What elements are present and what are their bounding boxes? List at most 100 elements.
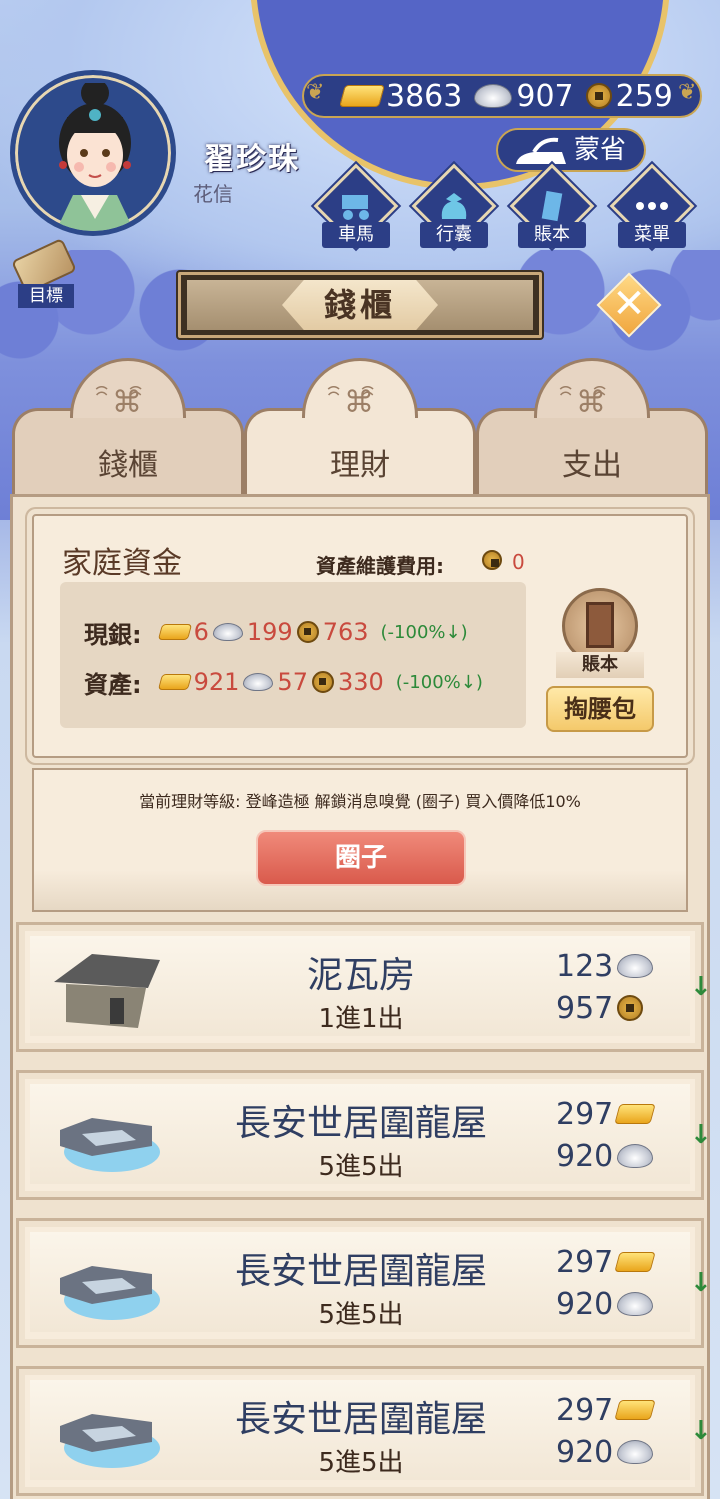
price-line-1: 123 [556,948,654,984]
list-item[interactable]: 長安世居圍龍屋 5進5出 297 920 ↓ [16,1218,712,1348]
trend-down-icon: ↓ [690,1268,712,1298]
asset-label: 資產: [84,670,142,699]
walled-house-icon [60,1414,160,1468]
price-1: 297 [556,1244,614,1280]
target-label: 目標 [18,284,74,308]
property-name: 長安世居圍龍屋 [234,1399,487,1440]
trend-down-icon: ↓ [690,1416,712,1446]
list-item[interactable]: 泥瓦房 1進1出 123 957 ↓ [16,922,712,1052]
finance-level-text: 當前理財等級: 登峰造極 解鎖消息嗅覺 (圈子) 買入價降低10% [139,792,581,811]
list-item[interactable]: 長安世居圍龍屋 5進5出 297 920 ↓ [16,1366,712,1496]
trend-down-icon: ↓ [690,1120,712,1150]
price-2: 920 [556,1434,614,1470]
silver-ingot-icon [617,1292,654,1316]
cloud-ornament-icon: ꩰ⌘ꩰ [574,385,610,420]
tab-label: 支出 [562,448,622,483]
cash-gold: 6 [193,618,209,646]
gold-ingot-icon [157,674,192,690]
cash-copper: 763 [322,618,369,646]
tab-licai[interactable]: ꩰ⌘ꩰ 理財 [244,358,476,498]
bundle-label: 行囊 [420,222,488,248]
tab-qiangui[interactable]: ꩰ⌘ꩰ 錢櫃 [12,358,244,498]
walled-house-icon [60,1118,160,1172]
price-1: 297 [556,1392,614,1428]
price-line-2: 920 [556,1286,654,1322]
price-line-2: 920 [556,1434,654,1470]
cloud-ornament-icon: ꩰ⌘ꩰ [110,385,146,420]
ledger-icon [534,190,570,222]
list-item[interactable]: 長安世居圍龍屋 5進5出 297 920 ↓ [16,1070,712,1200]
bundle-icon [436,190,472,222]
gold-ingot-icon [339,85,385,107]
bamboo-left-icon: ❦ [306,80,325,105]
player-name: 翟珍珠 [204,142,300,177]
bundle-button[interactable]: 行囊 [411,163,497,252]
ledger-label: 賬本 [556,652,644,678]
silver-ingot-icon [212,623,243,641]
gold-ingot-icon [157,624,192,640]
iron-icon [516,137,566,164]
cash-silver: 199 [246,618,293,646]
price-line-1: 297 [556,1392,656,1428]
avatar[interactable] [10,70,176,236]
tab-label: 錢櫃 [98,448,158,483]
property-desc: 5進5出 [318,1300,404,1330]
property-desc: 1進1出 [318,1004,404,1034]
asset-gold: 921 [193,668,240,696]
tab-zhichu[interactable]: ꩰ⌘ꩰ 支出 [476,358,708,498]
ledger-button[interactable]: 賬本 [556,588,644,678]
tab-label: 理財 [330,448,390,483]
property-name: 泥瓦房 [306,955,415,996]
price-1: 297 [556,1096,614,1132]
gold-amount: 3863 [386,78,463,114]
price-line-2: 920 [556,1138,654,1174]
carriage-button[interactable]: 車馬 [313,163,399,252]
mengsheng-label: 蒙省 [573,135,626,165]
copper-coin-icon [482,550,502,570]
trend-down-icon: ↓ [690,972,712,1002]
copper-coin-icon [585,83,612,109]
property-desc: 5進5出 [318,1448,404,1478]
asset-copper: 330 [337,668,384,696]
silver-ingot-icon [617,1440,654,1464]
bamboo-right-icon: ❦ [678,80,697,105]
maintenance-label: 資產維護費用: [316,554,444,578]
cash-row: 現銀: 6 199 763 (-100%↓) [84,616,468,649]
price-2: 920 [556,1138,614,1174]
target-button[interactable]: 目標 [10,237,78,308]
player-subtitle: 花信 [193,182,233,206]
cash-label: 現銀: [84,620,142,649]
copper-coin-icon [617,995,644,1021]
copper-coin-icon [311,671,334,693]
gold-ingot-icon [614,1400,656,1420]
ledger-menu-button[interactable]: 賬本 [509,163,595,252]
property-desc: 5進5出 [318,1152,404,1182]
silver-amount: 907 [516,78,574,114]
more-icon [634,190,670,222]
mud-house-icon [54,954,160,1028]
close-button[interactable]: ✕ [596,272,662,338]
close-icon: ✕ [612,281,646,327]
page-title: 錢櫃 [323,286,396,324]
ledger-book-icon [586,602,614,648]
gold-ingot-icon [614,1252,656,1272]
asset-row: 資產: 921 57 330 (-100%↓) [84,666,483,699]
carriage-label: 車馬 [322,222,390,248]
property-name: 長安世居圍龍屋 [234,1251,487,1292]
price-2: 957 [556,990,614,1026]
ledger-menu-label: 賬本 [518,222,586,248]
silver-ingot-icon [474,84,513,108]
more-menu-button[interactable]: 菜單 [609,163,695,252]
carriage-icon [338,190,374,222]
circle-button[interactable]: 圈子 [256,830,466,886]
mengsheng-button[interactable]: 蒙省 [496,128,646,172]
wallet-button[interactable]: 掏腰包 [546,686,654,732]
currency-bar: 3863 907 259 [302,74,702,118]
asset-change: (-100%↓) [395,671,483,693]
price-1: 123 [556,948,614,984]
asset-silver: 57 [277,668,308,696]
more-menu-label: 菜單 [618,222,686,248]
avatar-portrait [55,83,135,231]
page-title-banner: 錢櫃 [178,272,542,338]
silver-ingot-icon [617,954,654,978]
